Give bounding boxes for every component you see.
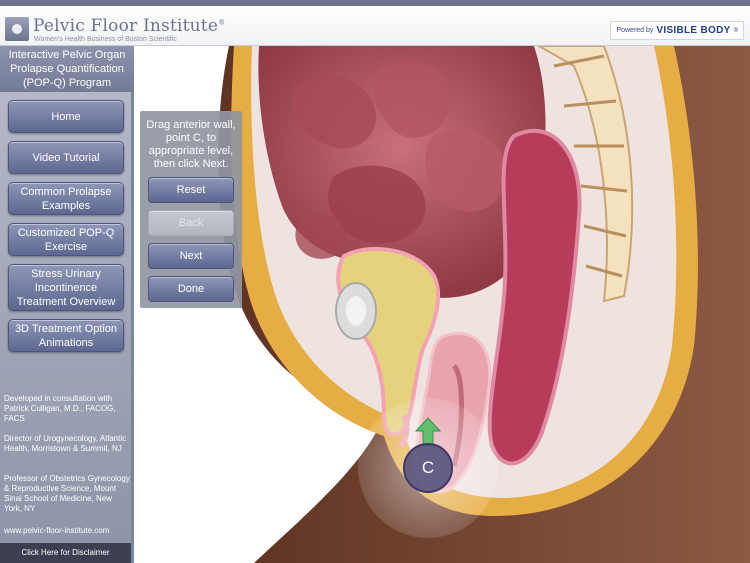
credit-consultant: Developed in consultation with Patrick C… xyxy=(4,394,116,423)
app-title: Pelvic Floor Institute® xyxy=(33,16,226,36)
sidebar: Interactive Pelvic Organ Prolapse Quanti… xyxy=(0,46,134,563)
done-button[interactable]: Done xyxy=(148,276,234,302)
customized-popq-exercise-button[interactable]: Customized POP-Q Exercise xyxy=(8,223,124,256)
point-c-label[interactable]: C xyxy=(416,454,440,482)
instruction-text: Drag anterior wall, point C, to appropri… xyxy=(146,119,236,170)
common-prolapse-examples-button[interactable]: Common Prolapse Examples xyxy=(8,182,124,215)
app-subtitle: Women's Health Business of Boston Scient… xyxy=(34,36,177,43)
powered-by-badge: Powered by VISIBLE BODY ® xyxy=(610,21,744,40)
powered-prefix: Powered by xyxy=(616,27,654,34)
credit-director: Director of Urogynecology, Atlantic Heal… xyxy=(4,434,127,453)
home-button[interactable]: Home xyxy=(8,100,124,133)
video-tutorial-button[interactable]: Video Tutorial xyxy=(8,141,124,174)
next-button[interactable]: Next xyxy=(148,243,234,269)
credit-professor: Professor of Obstetrics Gynecology & Rep… xyxy=(4,474,130,513)
visible-body-logo: VISIBLE BODY xyxy=(656,25,731,36)
disclaimer-button[interactable]: Click Here for Disclaimer xyxy=(0,543,131,563)
instruction-panel: Drag anterior wall, point C, to appropri… xyxy=(140,111,242,308)
program-title: Interactive Pelvic Organ Prolapse Quanti… xyxy=(0,46,134,92)
website-link[interactable]: www.pelvic-floor-institute.com xyxy=(4,526,109,535)
app-header: Pelvic Floor Institute® Women's Health B… xyxy=(0,0,750,46)
treatment-animations-button[interactable]: 3D Treatment Option Animations xyxy=(8,319,124,352)
back-button[interactable]: Back xyxy=(148,210,234,236)
stress-incontinence-overview-button[interactable]: Stress Urinary Incontinence Treatment Ov… xyxy=(8,264,124,311)
reset-button[interactable]: Reset xyxy=(148,177,234,203)
pfi-logo-icon xyxy=(5,17,29,41)
